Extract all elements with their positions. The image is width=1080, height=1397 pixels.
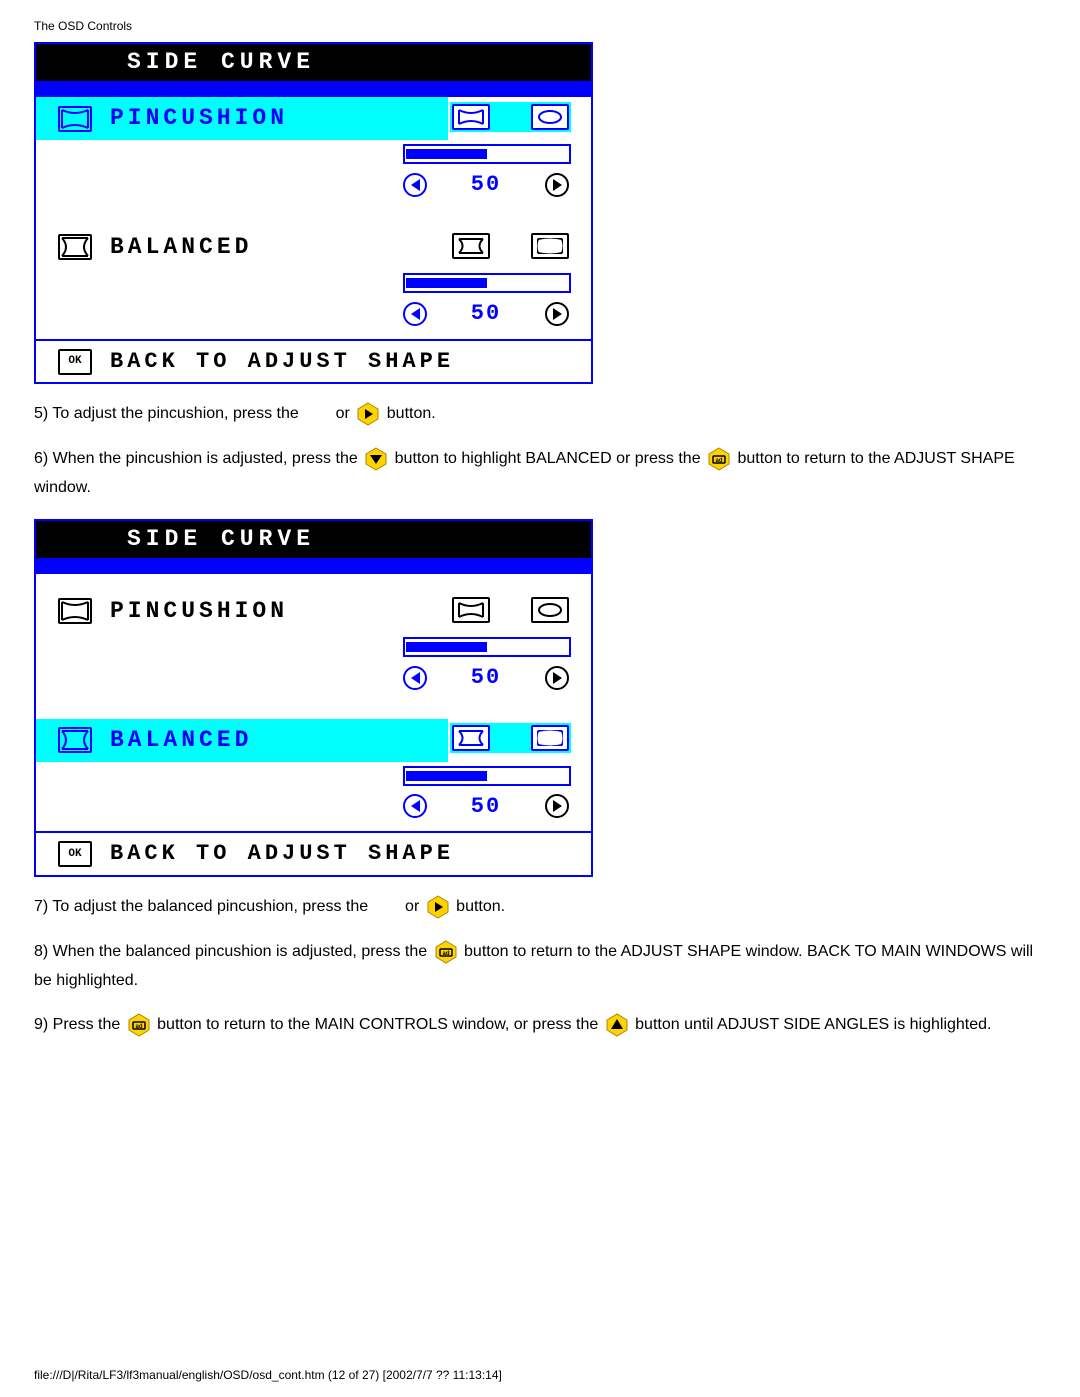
pincushion-value-bar <box>403 144 571 164</box>
step-7: 7) To adjust the balanced pincushion, pr… <box>34 893 1046 922</box>
left-arrow-button[interactable] <box>403 302 427 326</box>
pincushion-right-endpoint-icon <box>531 104 569 130</box>
svg-text:ad: ad <box>135 1024 142 1030</box>
osd-item-pincushion[interactable]: PINCUSHION 50 <box>36 590 591 703</box>
balanced-left-endpoint-icon <box>452 233 490 259</box>
ok-hex-button: ad <box>707 447 731 471</box>
pincushion-value-bar <box>403 637 571 657</box>
page-top-title: The OSD Controls <box>34 18 1046 34</box>
osd-item-label: BALANCED <box>110 232 252 263</box>
ok-hex-button: ad <box>434 940 458 964</box>
up-hex-button <box>605 1013 629 1037</box>
left-arrow-button[interactable] <box>403 173 427 197</box>
ok-icon: OK <box>58 349 92 375</box>
right-arrow-button[interactable] <box>545 302 569 326</box>
right-arrow-button[interactable] <box>545 666 569 690</box>
down-hex-button <box>364 447 388 471</box>
step-text: or <box>405 898 424 915</box>
balanced-value: 50 <box>471 299 501 329</box>
osd-footer[interactable]: OK BACK TO ADJUST SHAPE <box>36 831 591 875</box>
pincushion-value: 50 <box>471 663 501 693</box>
pincushion-icon <box>58 598 92 624</box>
step-text: 6) When the pincushion is adjusted, pres… <box>34 450 362 467</box>
osd-title: SIDE CURVE <box>36 44 406 81</box>
right-arrow-button[interactable] <box>545 794 569 818</box>
step-text: 7) To adjust the balanced pincushion, pr… <box>34 898 373 915</box>
step-text: button to return to the MAIN CONTROLS wi… <box>157 1016 603 1033</box>
svg-text:ad: ad <box>716 458 723 464</box>
balanced-left-endpoint-icon <box>452 725 490 751</box>
balanced-value-bar <box>403 273 571 293</box>
left-arrow-button[interactable] <box>403 794 427 818</box>
svg-text:ad: ad <box>442 951 449 957</box>
balanced-right-endpoint-icon <box>531 233 569 259</box>
balanced-icon <box>58 727 92 753</box>
osd-title: SIDE CURVE <box>36 521 406 558</box>
right-arrow-button[interactable] <box>545 173 569 197</box>
osd-footer[interactable]: OK BACK TO ADJUST SHAPE <box>36 339 591 383</box>
step-text: 8) When the balanced pincushion is adjus… <box>34 943 432 960</box>
osd-blue-strip <box>36 81 591 95</box>
step-6: 6) When the pincushion is adjusted, pres… <box>34 445 1046 503</box>
pincushion-left-endpoint-icon <box>452 104 490 130</box>
pincushion-icon <box>58 106 92 132</box>
osd-item-label: BALANCED <box>110 725 252 756</box>
osd-footer-label: BACK TO ADJUST SHAPE <box>110 839 454 869</box>
step-text: button. <box>456 898 505 915</box>
pincushion-value: 50 <box>471 170 501 200</box>
ok-icon: OK <box>58 841 92 867</box>
step-text: or <box>336 405 355 422</box>
step-text: button until ADJUST SIDE ANGLES is highl… <box>635 1016 991 1033</box>
osd-item-pincushion[interactable]: PINCUSHION 50 <box>36 97 591 210</box>
step-8: 8) When the balanced pincushion is adjus… <box>34 938 1046 996</box>
balanced-value: 50 <box>471 792 501 822</box>
osd-panel-1: SIDE CURVE PINCUSHION <box>34 42 593 384</box>
osd-footer-label: BACK TO ADJUST SHAPE <box>110 347 454 377</box>
right-hex-button <box>356 402 380 426</box>
osd-panel-2: SIDE CURVE PINCUSHION <box>34 519 593 877</box>
osd-item-label: PINCUSHION <box>110 103 288 134</box>
step-text: 5) To adjust the pincushion, press the <box>34 405 303 422</box>
step-text: 9) Press the <box>34 1016 125 1033</box>
pincushion-left-endpoint-icon <box>452 597 490 623</box>
osd-blue-strip <box>36 558 591 572</box>
osd-item-label: PINCUSHION <box>110 596 288 627</box>
left-arrow-button[interactable] <box>403 666 427 690</box>
ok-hex-button: ad <box>127 1013 151 1037</box>
document-footer: file:///D|/Rita/LF3/lf3manual/english/OS… <box>34 1367 502 1383</box>
step-text: button. <box>387 405 436 422</box>
osd-item-balanced[interactable]: BALANCED 50 <box>36 226 591 339</box>
pincushion-right-endpoint-icon <box>531 597 569 623</box>
osd-item-balanced[interactable]: BALANCED 50 <box>36 719 591 832</box>
step-9: 9) Press the ad button to return to the … <box>34 1011 1046 1040</box>
step-5: 5) To adjust the pincushion, press the o… <box>34 400 1046 429</box>
right-hex-button <box>426 895 450 919</box>
balanced-icon <box>58 234 92 260</box>
balanced-right-endpoint-icon <box>531 725 569 751</box>
step-text: button to highlight BALANCED or press th… <box>395 450 705 467</box>
balanced-value-bar <box>403 766 571 786</box>
